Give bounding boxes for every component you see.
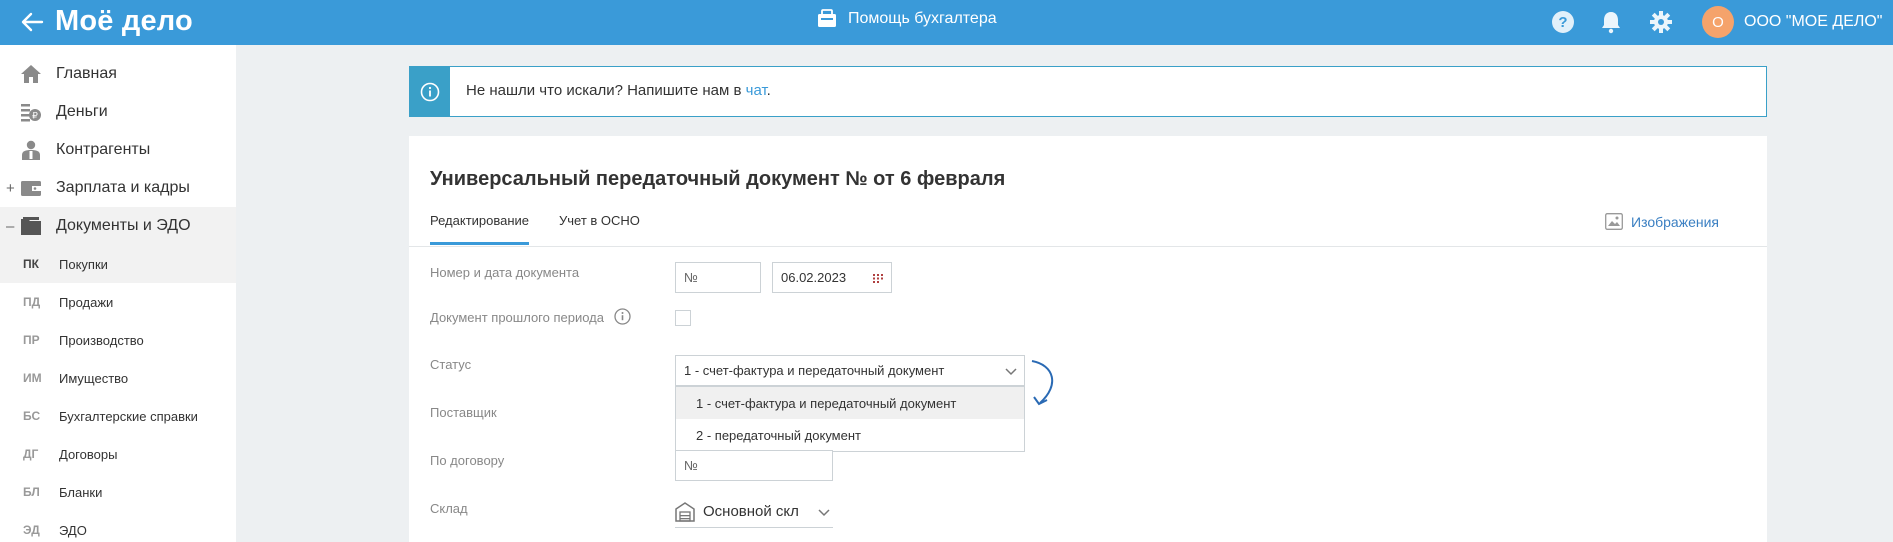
warehouse-label: Склад — [430, 501, 468, 516]
sidebar-subitem-label: Продажи — [59, 294, 114, 310]
page-title: Универсальный передаточный документ № от… — [430, 168, 1006, 190]
image-icon — [1605, 213, 1623, 230]
sidebar-subitem-property[interactable]: ИМ Имущество — [0, 359, 236, 397]
warehouse-value: Основной скл — [703, 503, 799, 520]
sidebar-subitem-forms[interactable]: БЛ Бланки — [0, 473, 236, 511]
sidebar-subitem-code: ЭД — [23, 523, 40, 537]
sidebar-subitem-code: ПД — [23, 295, 41, 309]
sidebar-subitem-label: Договоры — [59, 446, 118, 462]
info-icon — [420, 82, 440, 101]
sidebar-subitem-code: ДГ — [23, 447, 39, 461]
accountant-icon — [818, 9, 836, 27]
folder-icon — [21, 217, 41, 235]
sidebar-subitem-code: БЛ — [23, 485, 40, 499]
tab-osno-accounting[interactable]: Учет в ОСНО — [559, 213, 640, 242]
document-number-input[interactable]: № — [675, 262, 761, 293]
accountant-help-link[interactable]: Помощь бухгалтера — [816, 8, 997, 30]
info-banner: Не нашли что искали? Напишите нам в чат. — [409, 66, 1767, 117]
document-date-value: 06.02.2023 — [781, 270, 847, 285]
back-arrow-icon[interactable] — [18, 8, 46, 36]
sidebar-subitem-label: Бухгалтерские справки — [59, 408, 198, 424]
app-logo[interactable]: Моё дело — [55, 5, 193, 38]
status-selected-value: 1 - счет-фактура и передаточный документ — [684, 363, 945, 378]
sidebar-item-label: Главная — [56, 65, 117, 82]
chat-link[interactable]: чат — [746, 82, 767, 99]
tab-editing[interactable]: Редактирование — [430, 213, 530, 245]
banner-text: Не нашли что искали? Напишите нам в чат. — [466, 82, 771, 99]
status-option[interactable]: 2 - передаточный документ — [676, 419, 1024, 451]
sidebar-item-home[interactable]: Главная — [0, 55, 236, 93]
top-bar: Моё дело Помощь бухгалтера ? О ООО "МОЕ … — [0, 0, 1893, 45]
curved-arrow-annotation-icon — [1031, 360, 1054, 406]
sidebar-subitem-label: Покупки — [59, 256, 108, 272]
money-icon: ₽ — [21, 104, 41, 122]
sidebar-item-documents[interactable]: – Документы и ЭДО — [0, 207, 236, 245]
notifications-button[interactable] — [1598, 9, 1624, 35]
images-button[interactable]: Изображения — [1605, 213, 1719, 230]
contractors-icon — [22, 140, 40, 160]
question-icon: ? — [1552, 11, 1574, 33]
expand-toggle[interactable]: + — [6, 180, 15, 197]
sidebar-subitem-label: ЭДО — [59, 522, 87, 538]
sidebar: Главная ₽ Деньги Контрагенты + Зарплата … — [0, 45, 236, 542]
sidebar-subitem-contracts[interactable]: ДГ Договоры — [0, 435, 236, 473]
calendar-icon[interactable] — [873, 274, 883, 283]
sidebar-subitem-code: ИМ — [23, 371, 42, 385]
status-label: Статус — [430, 357, 472, 372]
sidebar-item-salary[interactable]: + Зарплата и кадры — [0, 169, 236, 207]
bell-icon — [1602, 12, 1620, 34]
tabs-divider — [409, 246, 1767, 247]
number-date-label: Номер и дата документа — [430, 265, 580, 280]
banner-end: . — [766, 82, 771, 99]
images-label: Изображения — [1631, 213, 1719, 230]
status-dropdown: 1 - счет-фактура и передаточный документ… — [675, 386, 1025, 452]
salary-icon — [21, 181, 41, 196]
collapse-toggle[interactable]: – — [6, 218, 14, 235]
past-period-label: Документ прошлого периода — [430, 310, 604, 325]
sidebar-subitem-label: Производство — [59, 332, 144, 348]
sidebar-subitem-purchases[interactable]: ПК Покупки — [0, 245, 236, 283]
sidebar-subitem-production[interactable]: ПР Производство — [0, 321, 236, 359]
info-hint-icon[interactable] — [614, 308, 631, 325]
status-option[interactable]: 1 - счет-фактура и передаточный документ — [676, 387, 1024, 419]
chevron-down-icon — [818, 509, 830, 517]
sidebar-item-money[interactable]: ₽ Деньги — [0, 93, 236, 131]
settings-button[interactable] — [1648, 9, 1674, 35]
contract-label: По договору — [430, 453, 505, 468]
svg-text:₽: ₽ — [32, 111, 38, 121]
gear-icon — [1650, 11, 1672, 33]
chevron-down-icon — [1005, 368, 1017, 376]
org-name[interactable]: ООО "МОЕ ДЕЛО" — [1744, 13, 1882, 31]
banner-message: Не нашли что искали? Напишите нам в — [466, 82, 746, 99]
warehouse-icon — [675, 501, 695, 522]
sidebar-subitem-label: Имущество — [59, 370, 129, 386]
supplier-label: Поставщик — [430, 405, 497, 420]
status-select[interactable]: 1 - счет-фактура и передаточный документ — [675, 355, 1025, 386]
past-period-checkbox[interactable] — [675, 310, 691, 326]
sidebar-subitem-label: Бланки — [59, 484, 103, 500]
sidebar-subitem-code: ПК — [23, 257, 39, 271]
svg-text:?: ? — [1558, 14, 1567, 31]
help-button[interactable]: ? — [1550, 9, 1576, 35]
sidebar-subitem-code: БС — [23, 409, 41, 423]
sidebar-subitem-accounting-notes[interactable]: БС Бухгалтерские справки — [0, 397, 236, 435]
document-date-input[interactable]: 06.02.2023 — [772, 262, 892, 293]
accountant-help-label: Помощь бухгалтера — [848, 10, 997, 27]
sidebar-subitem-code: ПР — [23, 333, 40, 347]
sidebar-item-contractors[interactable]: Контрагенты — [0, 131, 236, 169]
sidebar-item-label: Документы и ЭДО — [56, 217, 191, 234]
sidebar-item-label: Контрагенты — [56, 141, 151, 158]
sidebar-item-label: Зарплата и кадры — [56, 179, 190, 196]
home-icon — [21, 65, 41, 83]
contract-number-input[interactable]: № — [675, 450, 833, 481]
warehouse-select[interactable]: Основной скл — [675, 496, 833, 528]
document-card: Универсальный передаточный документ № от… — [409, 136, 1767, 542]
banner-icon-strip — [410, 67, 450, 116]
org-avatar[interactable]: О — [1702, 6, 1734, 38]
sidebar-subitem-edo[interactable]: ЭД ЭДО — [0, 511, 236, 542]
sidebar-item-label: Деньги — [56, 103, 108, 120]
sidebar-subitem-sales[interactable]: ПД Продажи — [0, 283, 236, 321]
